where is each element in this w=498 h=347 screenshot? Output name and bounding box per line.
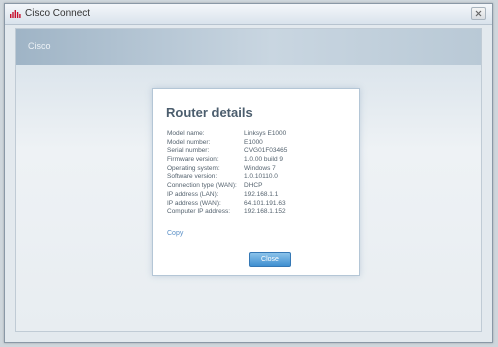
detail-label: Operating system: xyxy=(167,164,220,172)
detail-row: Software version: 1.0.10110.0 xyxy=(167,173,347,182)
cisco-logo-icon xyxy=(9,8,21,20)
dialog-title: Router details xyxy=(166,105,253,120)
detail-value: Windows 7 xyxy=(244,164,276,172)
detail-label: Connection type (WAN): xyxy=(167,182,237,190)
detail-value: 1.0.00 build 9 xyxy=(244,156,284,164)
router-details-list: Model name: Linksys E1000 Model number: E10… xyxy=(167,130,347,217)
detail-value: CVG01F03465 xyxy=(244,147,288,155)
title-bar[interactable]: Cisco Connect xyxy=(5,4,492,25)
detail-value: DHCP xyxy=(244,182,263,190)
detail-label: Serial number: xyxy=(167,147,210,155)
client-area: Cisco Router details Model name: Linksys … xyxy=(15,28,482,332)
brand-label: Cisco xyxy=(28,41,51,51)
detail-label: Computer IP address: xyxy=(167,208,231,216)
detail-row: IP address (LAN): 192.168.1.1 xyxy=(167,191,347,200)
detail-row: Serial number: CVG01F03465 xyxy=(167,147,347,156)
detail-value: 64.101.191.63 xyxy=(244,199,286,207)
close-button[interactable]: Close xyxy=(249,252,291,267)
router-details-dialog: Router details Model name: Linksys E1000 M… xyxy=(152,88,360,276)
detail-label: Model number: xyxy=(167,138,211,146)
detail-value: 192.168.1.1 xyxy=(244,190,279,198)
detail-value: Linksys E1000 xyxy=(244,130,287,137)
detail-label: IP address (LAN): xyxy=(167,190,219,198)
header-banner: Cisco xyxy=(16,29,481,65)
detail-value: E1000 xyxy=(244,138,263,146)
detail-row: Model number: E1000 xyxy=(167,139,347,148)
window-title: Cisco Connect xyxy=(25,8,91,19)
detail-row: Computer IP address: 192.168.1.152 xyxy=(167,208,347,217)
app-window: Cisco Connect Cisco Router details Model… xyxy=(4,3,493,343)
copy-link[interactable]: Copy xyxy=(167,230,183,237)
detail-value: 1.0.10110.0 xyxy=(244,173,278,181)
detail-row: Model name: Linksys E1000 xyxy=(167,130,347,139)
detail-label: IP address (WAN): xyxy=(167,199,221,207)
detail-label: Firmware version: xyxy=(167,156,219,164)
detail-row: IP address (WAN): 64.101.191.63 xyxy=(167,200,347,209)
close-icon xyxy=(475,10,482,17)
detail-label: Model name: xyxy=(167,130,205,137)
detail-label: Software version: xyxy=(167,173,218,181)
detail-row: Firmware version: 1.0.00 build 9 xyxy=(167,156,347,165)
detail-value: 192.168.1.152 xyxy=(244,208,286,216)
detail-row: Operating system: Windows 7 xyxy=(167,165,347,174)
detail-row: Connection type (WAN): DHCP xyxy=(167,182,347,191)
window-close-button[interactable] xyxy=(471,7,486,20)
